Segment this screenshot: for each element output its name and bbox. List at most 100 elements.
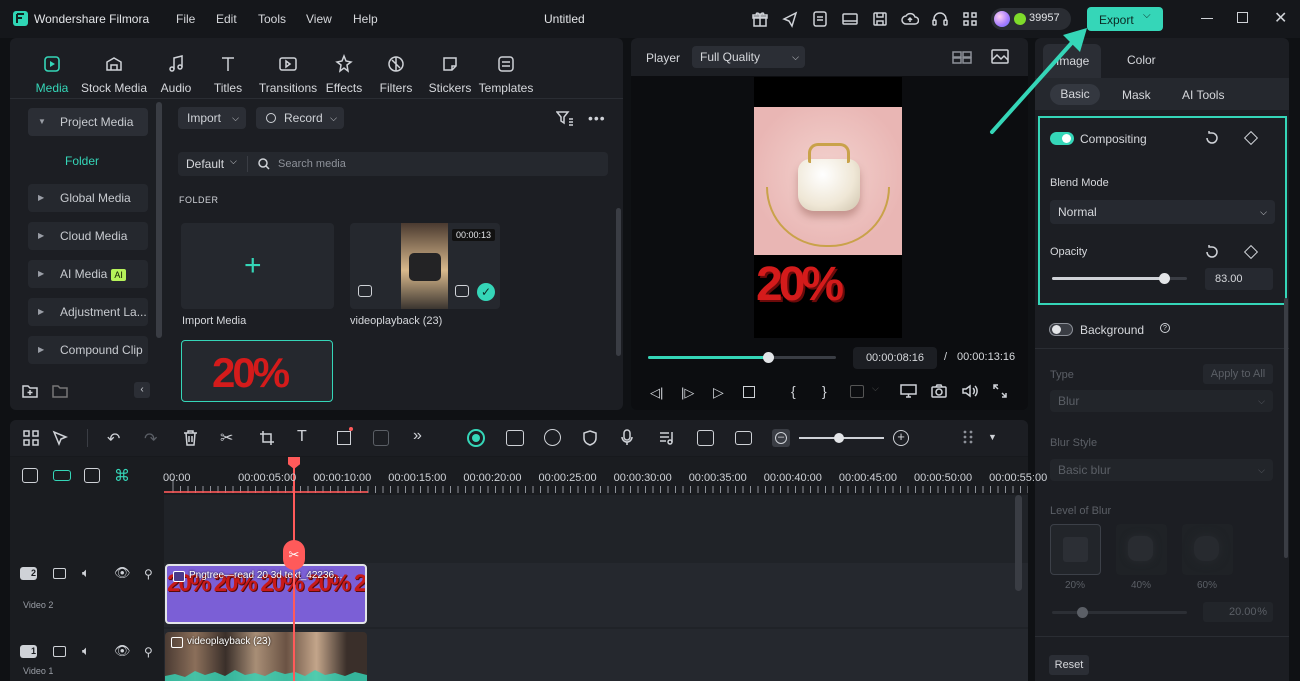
subtab-ai-tools[interactable]: AI Tools xyxy=(1182,88,1224,102)
mark-in-icon[interactable]: { xyxy=(791,383,796,399)
more-tools-icon[interactable]: » xyxy=(413,427,422,445)
snap-icon[interactable]: ⌘ xyxy=(114,466,130,486)
sidebar-scrollbar[interactable] xyxy=(156,102,162,338)
menu-file[interactable]: File xyxy=(176,12,195,26)
quality-dropdown[interactable]: Full Quality ⌵ xyxy=(692,46,805,68)
opacity-input[interactable]: 83.00 xyxy=(1205,268,1273,290)
ai-face-icon[interactable] xyxy=(467,429,485,447)
text-media-thumbnail[interactable]: 20% xyxy=(181,340,333,402)
eye-icon[interactable]: 👁︎ xyxy=(114,643,131,659)
fit-icon[interactable] xyxy=(735,431,752,445)
menu-edit[interactable]: Edit xyxy=(216,12,237,26)
blur-level-option-40[interactable] xyxy=(1116,524,1167,575)
play-icon[interactable]: ▷ xyxy=(713,384,724,401)
export-button[interactable]: Export ⌵ xyxy=(1087,7,1163,31)
layout-grid-icon[interactable] xyxy=(23,430,39,446)
select-tool-icon[interactable] xyxy=(52,430,68,446)
tab-color[interactable]: Color xyxy=(1127,53,1156,67)
cloud-upload-icon[interactable] xyxy=(901,10,919,28)
gift-icon[interactable] xyxy=(751,10,769,28)
text-tool-icon[interactable]: T xyxy=(297,428,307,446)
track-manage-icon[interactable] xyxy=(84,468,100,483)
reset-icon[interactable] xyxy=(1204,130,1220,146)
wand-icon[interactable]: ⚲ xyxy=(144,645,153,659)
zoom-out-button[interactable]: – xyxy=(772,429,790,447)
folder-lock-icon[interactable] xyxy=(53,646,66,657)
send-icon[interactable] xyxy=(781,10,799,28)
blur-value-input[interactable]: 20.00% xyxy=(1203,602,1273,622)
replace-icon[interactable] xyxy=(697,430,714,446)
tab-stock-media[interactable]: Stock Media xyxy=(80,54,148,95)
opacity-slider[interactable] xyxy=(1052,273,1187,284)
add-track-icon[interactable] xyxy=(22,468,38,483)
blend-mode-dropdown[interactable]: Normal ⌵ xyxy=(1050,200,1275,224)
save-icon[interactable] xyxy=(871,10,889,28)
tab-audio[interactable]: Audio xyxy=(156,54,196,95)
menu-tools[interactable]: Tools xyxy=(258,12,286,26)
blur-level-option-20[interactable] xyxy=(1050,524,1101,575)
tab-transitions[interactable]: Transitions xyxy=(256,54,320,95)
reset-button[interactable]: Reset xyxy=(1049,655,1089,675)
video-clip[interactable]: videoplayback (23) xyxy=(165,632,367,681)
record-button[interactable]: Record ⌵ xyxy=(256,107,344,129)
layout-icon[interactable] xyxy=(841,10,859,28)
zoom-in-icon[interactable]: + xyxy=(893,430,909,446)
subtab-mask[interactable]: Mask xyxy=(1122,88,1151,102)
opacity-slider-knob[interactable] xyxy=(1159,273,1171,284)
blur-slider[interactable] xyxy=(1052,607,1187,618)
more-options-icon[interactable]: ••• xyxy=(588,110,606,126)
current-time[interactable]: 00:00:08:16 xyxy=(853,347,937,369)
tab-filters[interactable]: Filters xyxy=(376,54,416,95)
speaker-icon[interactable]: 🔈︎ xyxy=(82,565,90,581)
tab-stickers[interactable]: Stickers xyxy=(428,54,472,95)
keyframe-icon[interactable] xyxy=(1243,130,1259,146)
sidebar-item-adjustment-layer[interactable]: ▶ Adjustment La... xyxy=(28,298,148,326)
close-icon[interactable]: ✕ xyxy=(1274,8,1287,28)
info-icon[interactable]: ? xyxy=(1160,323,1170,333)
video-preview[interactable]: 20% xyxy=(754,77,902,338)
type-dropdown[interactable]: Blur ⌵ xyxy=(1050,390,1273,412)
folder-icon[interactable] xyxy=(52,384,68,398)
chevron-down-icon[interactable]: ▼ xyxy=(988,432,997,442)
grid-view-icon[interactable] xyxy=(952,51,972,64)
tab-titles[interactable]: Titles xyxy=(208,54,248,95)
work-area-bar[interactable] xyxy=(164,491,368,493)
apps-grid-icon[interactable] xyxy=(961,10,979,28)
shape-icon[interactable] xyxy=(337,431,351,445)
fullscreen-icon[interactable] xyxy=(993,384,1007,398)
monitor-icon[interactable] xyxy=(900,384,917,398)
stop-icon[interactable] xyxy=(743,386,755,398)
text-clip[interactable]: 20% 20% 20% 20% 20% Pngtree—read 20 3d t… xyxy=(165,564,367,624)
shield-icon[interactable] xyxy=(583,430,597,446)
minimize-icon[interactable] xyxy=(1201,18,1213,19)
snapshot-dropdown-icon[interactable] xyxy=(850,385,864,398)
audio-list-icon[interactable] xyxy=(659,430,676,446)
sidebar-item-project-media[interactable]: ▼ Project Media xyxy=(28,108,148,136)
collapse-sidebar-icon[interactable]: ‹ xyxy=(134,382,150,398)
apply-to-all-button[interactable]: Apply to All xyxy=(1203,364,1273,384)
microphone-icon[interactable] xyxy=(621,429,633,446)
sidebar-item-cloud-media[interactable]: ▶ Cloud Media xyxy=(28,222,148,250)
filter-sort-icon[interactable] xyxy=(556,110,574,126)
sidebar-item-compound-clip[interactable]: ▶ Compound Clip xyxy=(28,336,148,364)
crop-icon[interactable] xyxy=(259,430,275,446)
tab-effects[interactable]: Effects xyxy=(324,54,364,95)
blur-style-dropdown[interactable]: Basic blur ⌵ xyxy=(1050,459,1273,481)
new-folder-icon[interactable] xyxy=(22,384,38,398)
menu-help[interactable]: Help xyxy=(353,12,378,26)
video-thumbnail[interactable]: 00:00:13 ✓ xyxy=(350,223,500,309)
zoom-slider[interactable] xyxy=(799,433,884,443)
folder-lock-icon[interactable] xyxy=(53,568,66,579)
blur-level-option-60[interactable] xyxy=(1182,524,1233,575)
import-media-tile[interactable]: + xyxy=(181,223,334,309)
auto-highlight-icon[interactable] xyxy=(506,430,524,446)
ai-tool-icon[interactable] xyxy=(373,430,389,446)
headset-icon[interactable] xyxy=(931,10,949,28)
document-icon[interactable] xyxy=(811,10,829,28)
previous-frame-icon[interactable]: ◁| xyxy=(650,385,663,401)
tab-templates[interactable]: Templates xyxy=(478,54,534,95)
sort-dropdown[interactable]: Default xyxy=(186,157,224,171)
background-toggle[interactable] xyxy=(1049,323,1073,336)
eye-icon[interactable]: 👁︎ xyxy=(114,565,131,581)
wand-icon[interactable]: ⚲ xyxy=(144,567,153,581)
